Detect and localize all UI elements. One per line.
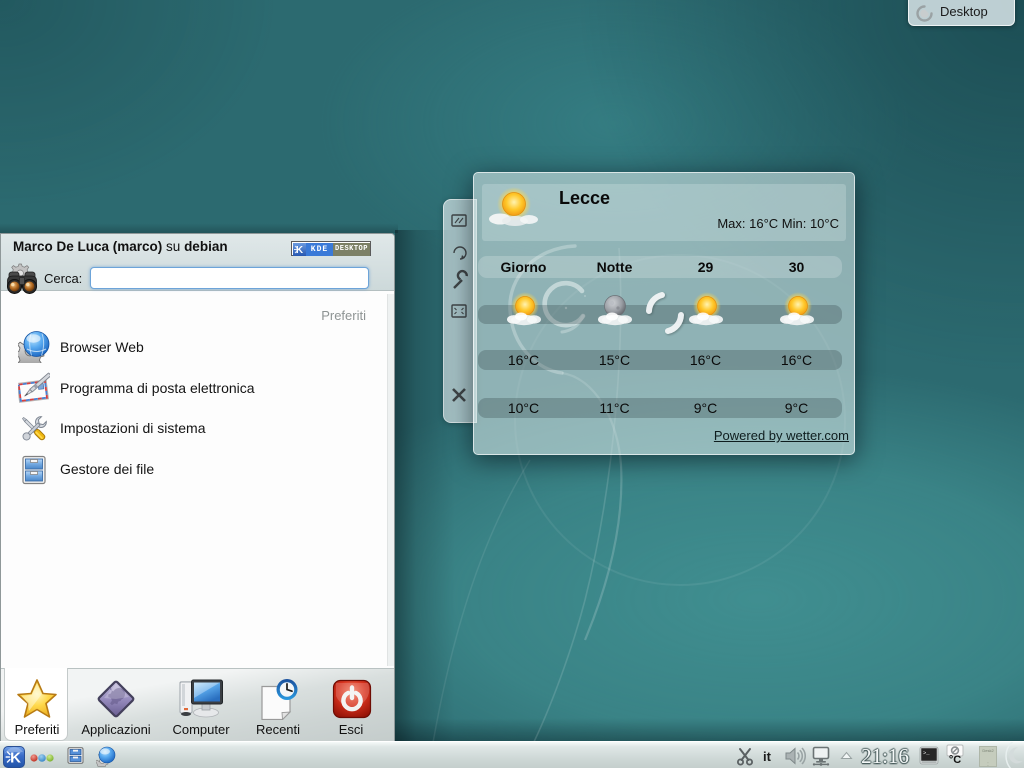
svg-text:K: K <box>296 245 304 256</box>
svg-text:>_: >_ <box>923 750 930 757</box>
svg-text:K: K <box>10 750 21 767</box>
